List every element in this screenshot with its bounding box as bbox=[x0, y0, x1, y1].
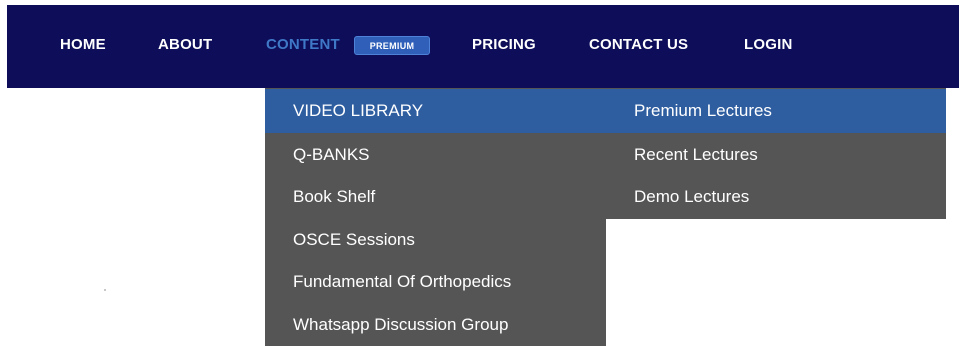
top-navbar: HOME ABOUT CONTENT PREMIUM PRICING CONTA… bbox=[7, 5, 959, 88]
dropdown-item-whatsapp-group[interactable]: Whatsapp Discussion Group bbox=[265, 303, 606, 347]
dropdown-item-q-banks[interactable]: Q-BANKS bbox=[265, 133, 606, 177]
premium-badge: PREMIUM bbox=[354, 36, 430, 55]
dropdown-item-fundamental-orthopedics[interactable]: Fundamental Of Orthopedics bbox=[265, 260, 606, 304]
submenu-item-recent-lectures[interactable]: Recent Lectures bbox=[606, 133, 946, 177]
nav-about-link[interactable]: ABOUT bbox=[158, 35, 212, 55]
dropdown-item-book-shelf[interactable]: Book Shelf bbox=[265, 175, 606, 219]
nav-contact-link[interactable]: CONTACT US bbox=[589, 35, 688, 55]
dropdown-item-osce-sessions[interactable]: OSCE Sessions bbox=[265, 218, 606, 262]
video-library-submenu: Premium Lectures Recent Lectures Demo Le… bbox=[606, 88, 946, 219]
stray-pixel-mark bbox=[104, 289, 106, 291]
nav-pricing-link[interactable]: PRICING bbox=[472, 35, 536, 55]
submenu-item-premium-lectures[interactable]: Premium Lectures bbox=[606, 89, 946, 133]
page: HOME ABOUT CONTENT PREMIUM PRICING CONTA… bbox=[0, 0, 966, 347]
nav-home-link[interactable]: HOME bbox=[60, 35, 106, 55]
content-dropdown-menu: VIDEO LIBRARY Q-BANKS Book Shelf OSCE Se… bbox=[265, 88, 606, 346]
dropdown-item-video-library[interactable]: VIDEO LIBRARY bbox=[265, 89, 606, 133]
submenu-item-demo-lectures[interactable]: Demo Lectures bbox=[606, 175, 946, 219]
nav-content-link[interactable]: CONTENT bbox=[266, 35, 340, 55]
nav-login-link[interactable]: LOGIN bbox=[744, 35, 793, 55]
